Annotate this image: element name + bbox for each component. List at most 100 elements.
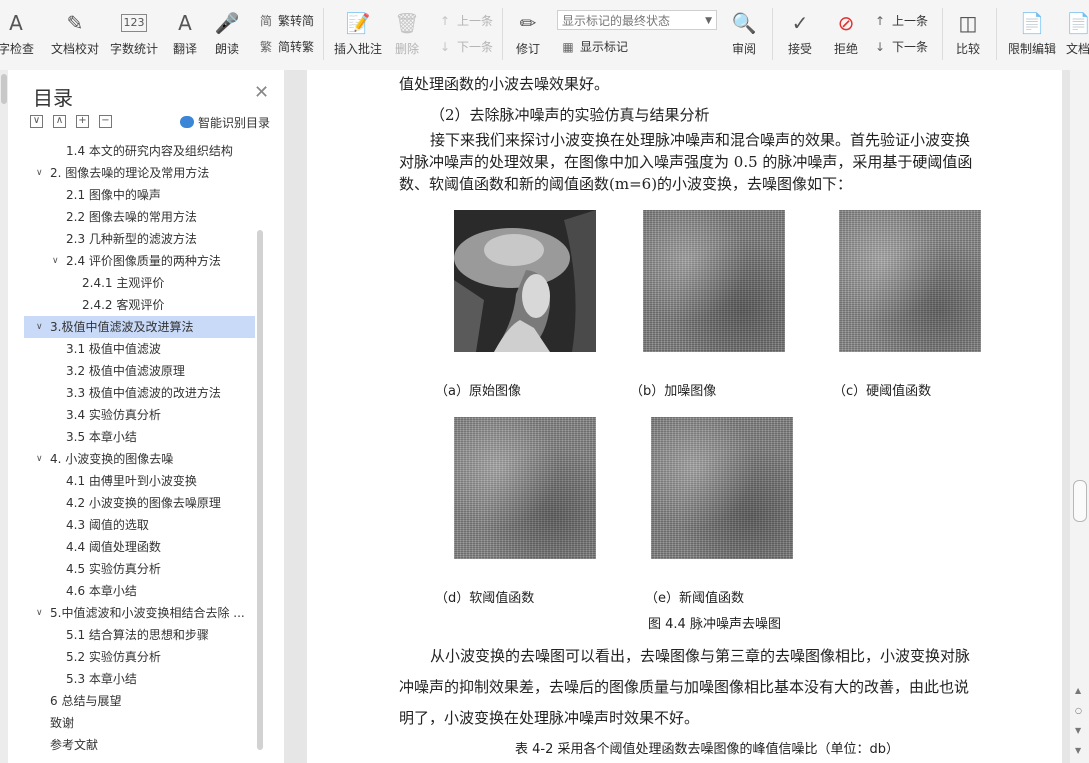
- remove-heading-icon[interactable]: −: [99, 115, 112, 128]
- restrict-editing-button[interactable]: 📄 限制编辑: [1004, 0, 1060, 68]
- review-pane-button[interactable]: 🔍 审阅: [724, 0, 764, 68]
- dropdown-arrow-icon: ▼: [705, 16, 712, 26]
- text-line: 明了，小波变换在处理脉冲噪声时效果不好。: [399, 709, 700, 727]
- review-icon: 🔍: [731, 11, 757, 35]
- text-line: 数、软阈值函数和新的阈值函数(m=6)的小波变换，去噪图像如下：: [399, 175, 853, 193]
- toc-item[interactable]: 4.3 阈值的选取: [24, 514, 255, 536]
- read-aloud-button[interactable]: 🎤 朗读: [210, 0, 244, 68]
- toc-item[interactable]: 6 总结与展望: [24, 690, 255, 712]
- portrait-graphic: [454, 210, 596, 352]
- text-line: 对脉冲噪声的处理效果，在图像中加入噪声强度为 0.5 的脉冲噪声，采用基于硬阈值…: [399, 153, 973, 171]
- toc-item[interactable]: 参考文献: [24, 734, 255, 756]
- toc-item[interactable]: 4.2 小波变换的图像去噪原理: [24, 492, 255, 514]
- ribbon-toolbar: A 字检查 ✎ 文档校对 123 字数统计 A 翻译 🎤 朗读 简繁转简 繁简转…: [0, 0, 1089, 71]
- compare-button[interactable]: ◫ 比较: [948, 0, 988, 68]
- markup-mode-select[interactable]: 显示标记的最终状态 ▼: [557, 10, 717, 30]
- show-marks-button[interactable]: ▦ 显示标记: [560, 37, 628, 57]
- scroll-down-icon[interactable]: ▼: [1075, 726, 1081, 735]
- chevron-down-icon[interactable]: ∨: [52, 250, 59, 272]
- proofread-button[interactable]: ✎ 文档校对: [48, 0, 102, 68]
- prev-comment-button[interactable]: ↑ 上一条: [437, 11, 493, 31]
- divider: [996, 8, 997, 60]
- toc-item[interactable]: 3.5 本章小结: [24, 426, 255, 448]
- toc-item-label: 2.3 几种新型的滤波方法: [66, 232, 197, 246]
- toc-item[interactable]: 3.1 极值中值滤波: [24, 338, 255, 360]
- to-traditional-button[interactable]: 简繁转简: [258, 11, 314, 31]
- left-edge-scrollbar[interactable]: [0, 70, 8, 763]
- to-simplified-button[interactable]: 繁简转繁: [258, 37, 314, 57]
- toc-item[interactable]: 5.2 实验仿真分析: [24, 646, 255, 668]
- original-image[interactable]: [454, 210, 596, 352]
- section-heading: （2）去除脉冲噪声的实验仿真与结果分析: [430, 106, 710, 124]
- scroll-thumb[interactable]: [1, 74, 7, 104]
- delete-comment-button[interactable]: 🗑 删除: [390, 0, 424, 68]
- scroll-circle-icon[interactable]: ○: [1075, 706, 1082, 715]
- chevron-down-icon[interactable]: ∨: [36, 448, 43, 470]
- toc-item-label: 4.1 由傅里叶到小波变换: [66, 474, 197, 488]
- traditional-icon: 简: [259, 14, 272, 28]
- toc-item[interactable]: ∨ 4. 小波变换的图像去噪: [24, 448, 255, 470]
- toc-item[interactable]: 2.2 图像去噪的常用方法: [24, 206, 255, 228]
- toc-item[interactable]: 1.4 本文的研究内容及组织结构: [24, 140, 255, 162]
- comment-icon: 📝: [345, 11, 371, 35]
- next-change-icon: ↓: [874, 40, 886, 54]
- translate-button[interactable]: A 翻译: [165, 0, 205, 68]
- toc-item[interactable]: ∨ 5.中值滤波和小波变换相结合去除 ...: [24, 602, 255, 624]
- new-threshold-image[interactable]: [651, 417, 793, 559]
- toc-item[interactable]: 3.2 极值中值滤波原理: [24, 360, 255, 382]
- collapse-all-icon[interactable]: ∨: [30, 115, 43, 128]
- chevron-down-icon[interactable]: ∨: [36, 162, 43, 184]
- document-more-button[interactable]: 📄 文档: [1062, 0, 1089, 68]
- toc-item[interactable]: 2.4.2 客观评价: [24, 294, 255, 316]
- toc-scrollbar[interactable]: [257, 230, 263, 750]
- document-page[interactable]: 值处理函数的小波去噪效果好。 （2）去除脉冲噪声的实验仿真与结果分析 接下来我们…: [307, 70, 1062, 763]
- reject-button[interactable]: ⊘ 拒绝: [826, 0, 866, 68]
- toc-item[interactable]: ∨ 3.极值中值滤波及改进算法: [24, 316, 255, 338]
- toc-item[interactable]: 2.3 几种新型的滤波方法: [24, 228, 255, 250]
- next-change-button[interactable]: ↓ 下一条: [872, 37, 928, 57]
- toc-item[interactable]: ∨ 2. 图像去噪的理论及常用方法: [24, 162, 255, 184]
- toc-item[interactable]: ∨ 2.4 评价图像质量的两种方法: [24, 250, 255, 272]
- toc-item-label: 2. 图像去噪的理论及常用方法: [50, 166, 210, 180]
- add-heading-icon[interactable]: +: [76, 115, 89, 128]
- toc-item[interactable]: 4.5 实验仿真分析: [24, 558, 255, 580]
- toc-item[interactable]: 4.6 本章小结: [24, 580, 255, 602]
- hard-threshold-image[interactable]: [839, 210, 981, 352]
- toc-item-label: 4.5 实验仿真分析: [66, 562, 161, 576]
- next-comment-button[interactable]: ↓ 下一条: [437, 37, 493, 57]
- spell-check-button[interactable]: A 字检查: [0, 0, 40, 68]
- smart-toc-button[interactable]: 智能识别目录: [180, 114, 270, 131]
- close-icon[interactable]: ✕: [254, 82, 269, 103]
- document-scrollbar[interactable]: ▲ ○ ▼ ▼: [1070, 70, 1089, 763]
- prev-icon: ↑: [439, 14, 451, 28]
- next-icon: ↓: [439, 40, 451, 54]
- word-count-button[interactable]: 123 字数统计: [108, 0, 160, 68]
- toc-item[interactable]: 5.1 结合算法的思想和步骤: [24, 624, 255, 646]
- toc-item[interactable]: 致谢: [24, 712, 255, 734]
- toc-item[interactable]: 2.4.1 主观评价: [24, 272, 255, 294]
- toc-item[interactable]: 4.1 由傅里叶到小波变换: [24, 470, 255, 492]
- chevron-down-icon[interactable]: ∨: [36, 316, 43, 338]
- scroll-thumb[interactable]: [1073, 480, 1087, 522]
- accept-button[interactable]: ✓ 接受: [780, 0, 820, 68]
- track-changes-button[interactable]: ✏ 修订: [508, 0, 548, 68]
- caption-d: （d）软阈值函数: [435, 591, 535, 606]
- toc-item-label: 5.3 本章小结: [66, 672, 137, 686]
- insert-comment-button[interactable]: 📝 插入批注: [330, 0, 386, 68]
- noisy-image[interactable]: [643, 210, 785, 352]
- divider: [942, 8, 943, 60]
- chevron-down-icon[interactable]: ∨: [36, 602, 43, 624]
- expand-up-icon[interactable]: ∧: [53, 115, 66, 128]
- delete-icon: 🗑: [394, 11, 420, 35]
- toc-item[interactable]: 4.4 阈值处理函数: [24, 536, 255, 558]
- soft-threshold-image[interactable]: [454, 417, 596, 559]
- toc-item[interactable]: 5.3 本章小结: [24, 668, 255, 690]
- page-down-icon[interactable]: ▼: [1075, 746, 1081, 755]
- scroll-up-icon[interactable]: ▲: [1075, 686, 1081, 695]
- prev-change-button[interactable]: ↑ 上一条: [872, 11, 928, 31]
- toc-item-label: 4.3 阈值的选取: [66, 518, 149, 532]
- toc-item[interactable]: 3.4 实验仿真分析: [24, 404, 255, 426]
- toc-item[interactable]: 2.1 图像中的噪声: [24, 184, 255, 206]
- toc-item[interactable]: 3.3 极值中值滤波的改进方法: [24, 382, 255, 404]
- accept-icon: ✓: [791, 11, 809, 35]
